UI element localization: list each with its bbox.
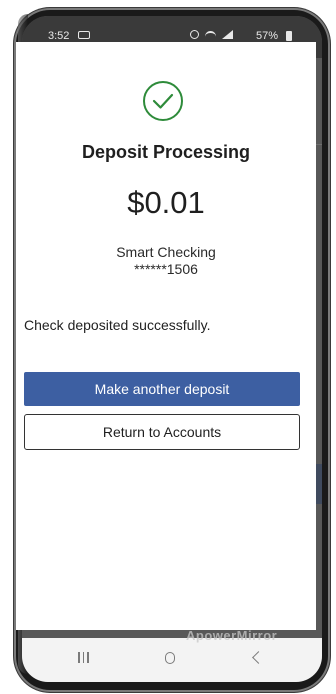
modal-title: Deposit Processing — [81, 142, 251, 162]
watermark: ApowerMirror — [186, 628, 278, 643]
signal-icon — [222, 30, 233, 39]
home-icon[interactable] — [165, 652, 175, 664]
account-number: ******1506 — [134, 261, 198, 277]
deposit-confirmation-modal: Deposit Processing $0.01 Smart Checking … — [16, 42, 316, 630]
battery-percent: 57% — [256, 30, 279, 42]
account-name: Smart Checking — [116, 244, 216, 260]
success-message: Check deposited successfully. — [24, 317, 211, 333]
back-icon[interactable] — [252, 651, 265, 664]
deposit-amount: $0.01 — [127, 185, 205, 220]
notification-icon — [78, 31, 90, 39]
navigation-bar — [22, 638, 322, 682]
status-icons — [190, 30, 233, 39]
alarm-icon — [190, 30, 199, 39]
recents-icon[interactable] — [78, 652, 92, 666]
check-circle-icon — [143, 81, 183, 121]
return-to-accounts-button[interactable]: Return to Accounts — [24, 414, 300, 450]
battery-icon — [286, 31, 292, 41]
make-another-deposit-button[interactable]: Make another deposit — [24, 372, 300, 406]
wifi-icon — [205, 30, 216, 39]
device-frame: 3:52 57% Deposit Processing $0.01 Smart … — [0, 0, 336, 694]
status-time: 3:52 — [48, 30, 70, 42]
